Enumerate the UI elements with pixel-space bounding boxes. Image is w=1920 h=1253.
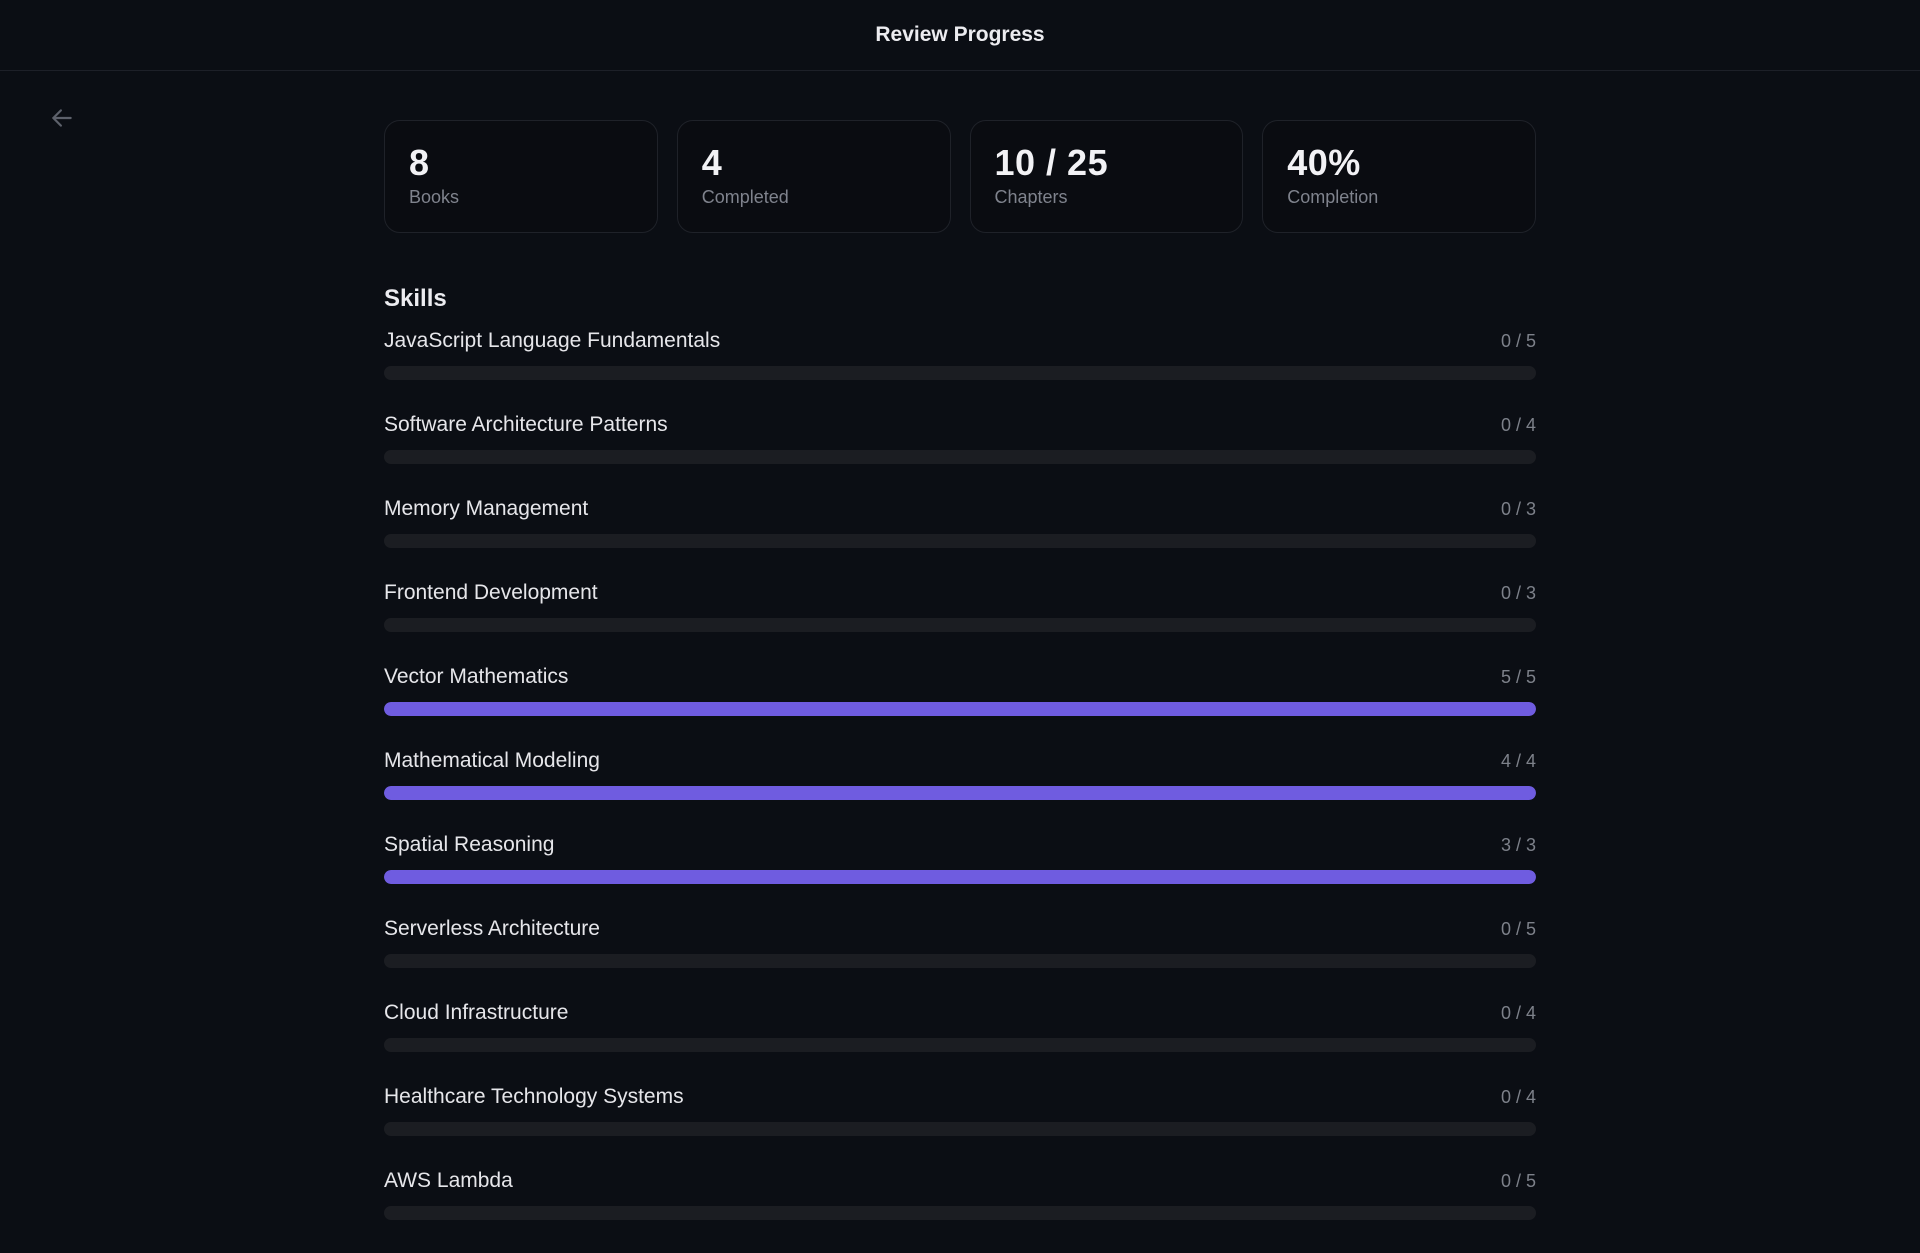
skill-count: 0 / 3 [1500, 499, 1536, 519]
skill-count: 0 / 4 [1500, 1087, 1536, 1107]
skill-row[interactable]: Healthcare Technology Systems 0 / 4 [384, 1085, 1536, 1169]
skill-header: Spatial Reasoning 3 / 3 [384, 833, 1536, 863]
progress-bar-track [384, 1206, 1536, 1220]
back-button[interactable] [44, 100, 80, 136]
stat-card-chapters: 10 / 25 Chapters [969, 120, 1244, 233]
skill-row[interactable]: JavaScript Language Fundamentals 0 / 5 [384, 329, 1536, 413]
skill-count: 5 / 5 [1500, 667, 1536, 687]
stat-value: 4 [701, 142, 723, 183]
skill-count: 0 / 4 [1500, 1003, 1536, 1023]
skill-row[interactable]: Software Architecture Patterns 0 / 4 [384, 413, 1536, 497]
skill-count: 0 / 4 [1500, 415, 1536, 435]
progress-bar-track [384, 1038, 1536, 1052]
arrow-left-icon [52, 109, 72, 127]
skill-header: Memory Management 0 / 3 [384, 497, 1536, 527]
progress-bar-track [384, 702, 1536, 716]
stat-value: 8 [409, 142, 430, 183]
skill-row[interactable]: Cloud Infrastructure 0 / 4 [384, 1001, 1536, 1085]
stat-label: Completed [701, 187, 789, 207]
skill-header: Cloud Infrastructure 0 / 4 [384, 1001, 1536, 1031]
stats-row: 8 Books 4 Completed 10 / 25 Chapters 40%… [384, 120, 1536, 233]
skill-row[interactable]: Memory Management 0 / 3 [384, 497, 1536, 581]
top-bar: Review Progress [0, 0, 1920, 71]
skills-heading: Skills [384, 285, 447, 312]
progress-bar-fill [384, 870, 1536, 884]
skill-count: 0 / 3 [1500, 583, 1536, 603]
skill-name: Mathematical Modeling [384, 749, 600, 772]
stat-card-books: 8 Books [384, 120, 658, 233]
stat-card-completion: 40% Completion [1262, 120, 1536, 233]
page-title: Review Progress [875, 23, 1045, 46]
progress-bar-track [384, 366, 1536, 380]
skills-list: JavaScript Language Fundamentals 0 / 5 Sof… [384, 329, 1536, 1253]
skill-name: Memory Management [384, 497, 589, 520]
skill-header: Serverless Architecture 0 / 5 [384, 917, 1536, 947]
skill-row[interactable]: Mathematical Modeling 4 / 4 [384, 749, 1536, 833]
skill-name: Serverless Architecture [384, 917, 600, 940]
skill-header: AWS Lambda 0 / 5 [384, 1169, 1536, 1199]
skill-row[interactable]: Spatial Reasoning 3 / 3 [384, 833, 1536, 917]
skill-name: JavaScript Language Fundamentals [384, 329, 721, 352]
skill-count: 0 / 5 [1500, 331, 1536, 351]
progress-bar-track [384, 1122, 1536, 1136]
progress-bar-track [384, 450, 1536, 464]
skill-header: Healthcare Technology Systems 0 / 4 [384, 1085, 1536, 1115]
skill-name: Healthcare Technology Systems [384, 1085, 684, 1108]
progress-bar-track [384, 954, 1536, 968]
skill-header: Mathematical Modeling 4 / 4 [384, 749, 1536, 779]
skill-count: 3 / 3 [1500, 835, 1536, 855]
stat-label: Chapters [994, 187, 1068, 207]
skill-row[interactable]: AWS Lambda 0 / 5 [384, 1169, 1536, 1253]
stat-value: 40% [1287, 142, 1361, 183]
progress-bar-track [384, 618, 1536, 632]
skill-count: 0 / 5 [1500, 919, 1536, 939]
stat-card-completed: 4 Completed [676, 120, 951, 233]
skill-count: 4 / 4 [1500, 751, 1536, 771]
stat-label: Books [409, 187, 460, 207]
skill-name: Frontend Development [384, 581, 598, 604]
skill-name: Vector Mathematics [384, 665, 569, 688]
skill-row[interactable]: Vector Mathematics 5 / 5 [384, 665, 1536, 749]
progress-bar-track [384, 870, 1536, 884]
skill-header: Frontend Development 0 / 3 [384, 581, 1536, 611]
skill-name: Software Architecture Patterns [384, 413, 668, 436]
progress-bar-fill [384, 786, 1536, 800]
stat-label: Completion [1287, 187, 1379, 207]
main-content: 8 Books 4 Completed 10 / 25 Chapters 40%… [384, 120, 1536, 1253]
skill-row[interactable]: Frontend Development 0 / 3 [384, 581, 1536, 665]
skill-header: Software Architecture Patterns 0 / 4 [384, 413, 1536, 443]
skill-row[interactable]: Serverless Architecture 0 / 5 [384, 917, 1536, 1001]
progress-bar-track [384, 786, 1536, 800]
skill-header: JavaScript Language Fundamentals 0 / 5 [384, 329, 1536, 359]
skill-header: Vector Mathematics 5 / 5 [384, 665, 1536, 695]
skill-name: Spatial Reasoning [384, 833, 555, 856]
progress-bar-track [384, 534, 1536, 548]
skill-name: Cloud Infrastructure [384, 1001, 569, 1024]
skill-count: 0 / 5 [1500, 1171, 1536, 1191]
progress-bar-fill [384, 702, 1536, 716]
stat-value: 10 / 25 [994, 142, 1109, 183]
skill-name: AWS Lambda [384, 1169, 513, 1192]
